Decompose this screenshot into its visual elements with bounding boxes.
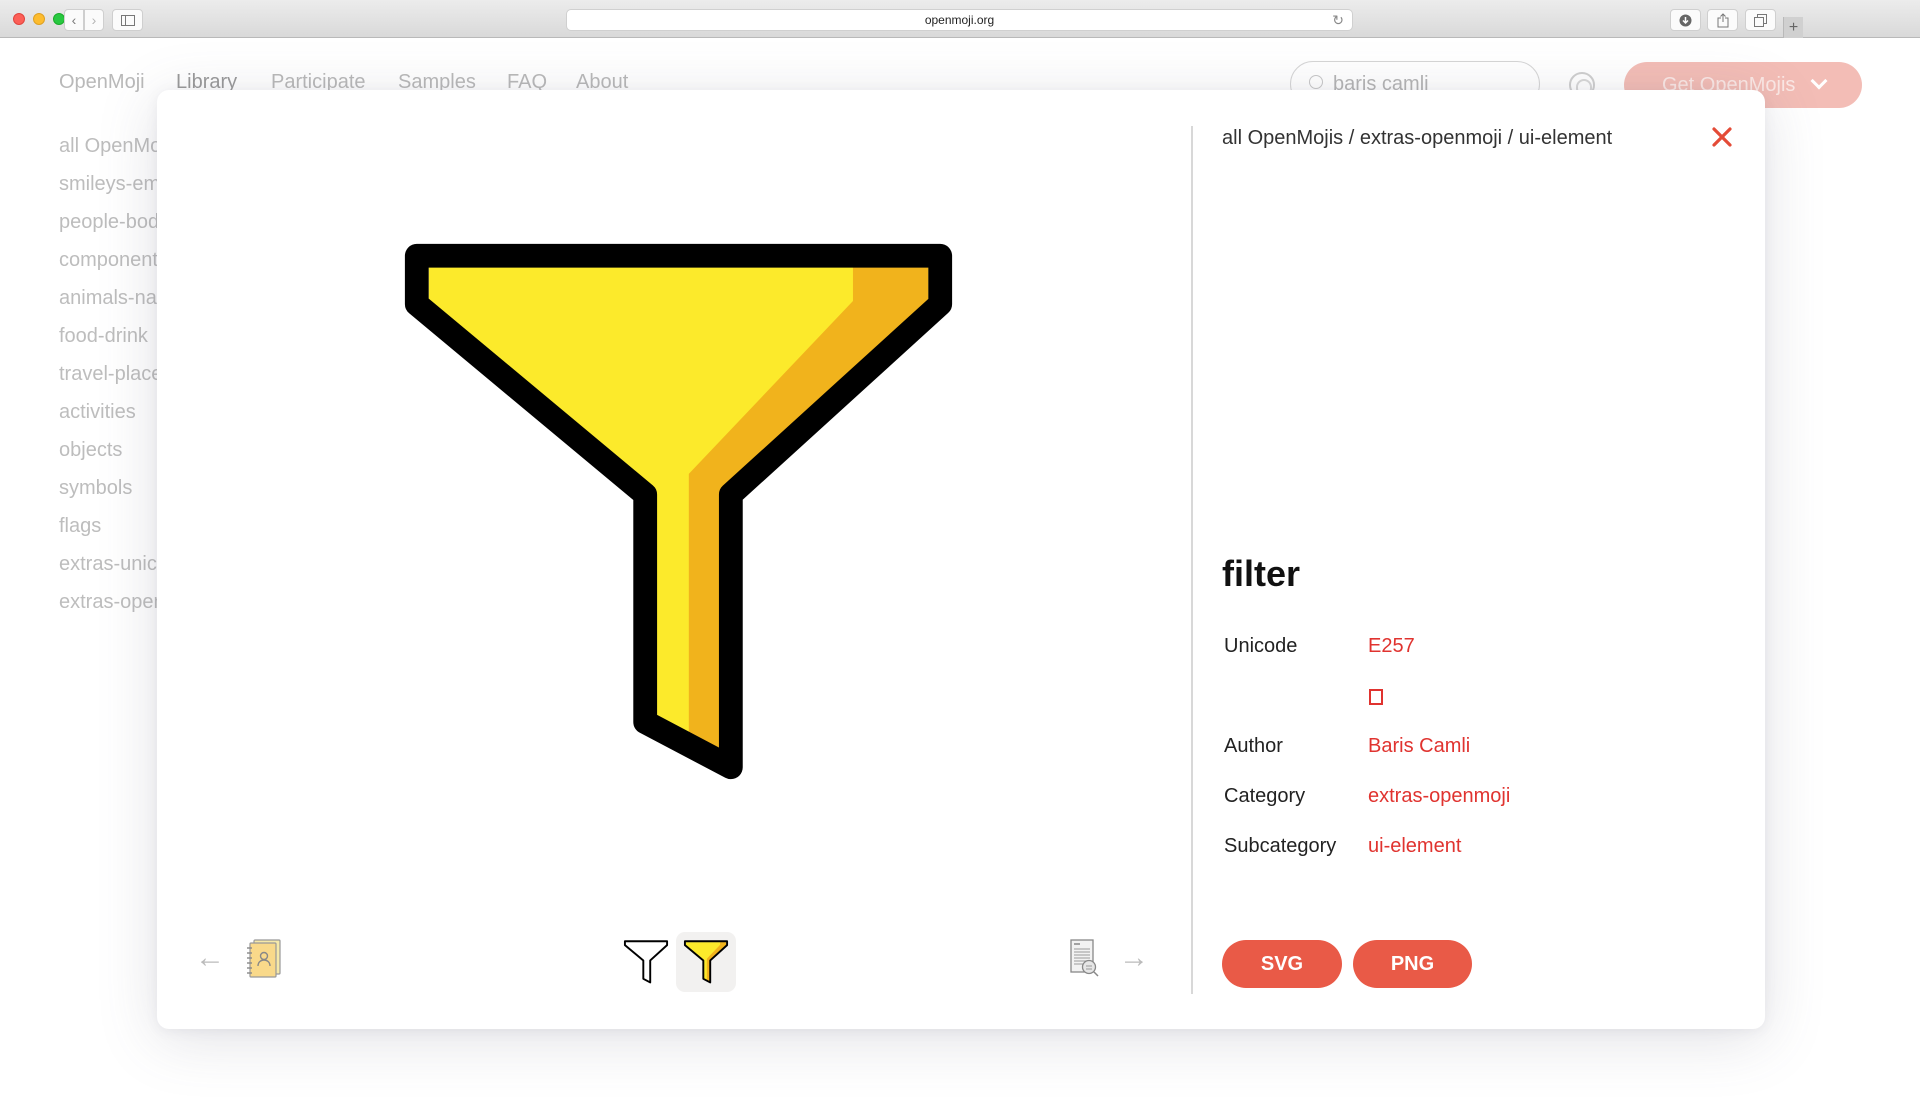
forward-button[interactable]: › bbox=[84, 9, 104, 31]
category-objects[interactable]: objects bbox=[59, 439, 122, 462]
variant-color[interactable] bbox=[676, 932, 736, 992]
filter-outline-icon bbox=[623, 940, 669, 984]
chevron-left-icon: ‹ bbox=[71, 12, 77, 28]
close-window-button[interactable] bbox=[13, 13, 25, 25]
document-search-icon[interactable] bbox=[1069, 938, 1103, 978]
download-png-button[interactable]: PNG bbox=[1353, 940, 1472, 988]
reload-icon[interactable]: ↻ bbox=[1332, 12, 1344, 29]
author-value[interactable]: Baris Camli bbox=[1368, 735, 1470, 758]
share-button[interactable] bbox=[1707, 9, 1738, 31]
previous-emoji-arrow[interactable]: ← bbox=[195, 943, 235, 973]
category-value[interactable]: extras-openmoji bbox=[1368, 785, 1510, 808]
share-icon bbox=[1717, 12, 1728, 27]
sidebar-toggle-button[interactable] bbox=[112, 9, 143, 31]
subcategory-value[interactable]: ui-element bbox=[1368, 835, 1461, 858]
emoji-title: filter bbox=[1222, 553, 1301, 594]
unicode-glyph-box bbox=[1369, 689, 1383, 705]
search-icon bbox=[1309, 75, 1323, 89]
minimize-window-button[interactable] bbox=[33, 13, 45, 25]
emoji-detail-modal: ← → all OpenMojis / extras-openmoji / ui… bbox=[157, 90, 1765, 1029]
site-logo[interactable]: OpenMoji bbox=[59, 71, 145, 94]
unicode-label: Unicode bbox=[1224, 635, 1298, 657]
url-text: openmoji.org bbox=[924, 13, 995, 27]
unicode-value[interactable]: E257 bbox=[1368, 635, 1415, 658]
new-tab-button[interactable]: + bbox=[1783, 17, 1803, 38]
filter-emoji-preview bbox=[404, 243, 953, 780]
back-button[interactable]: ‹ bbox=[64, 9, 84, 31]
category-symbols[interactable]: symbols bbox=[59, 477, 132, 500]
chevron-right-icon: › bbox=[91, 12, 97, 28]
downloads-button[interactable] bbox=[1670, 9, 1701, 31]
category-label: Category bbox=[1224, 785, 1306, 807]
variant-black-outline[interactable] bbox=[616, 932, 676, 992]
category-food-drink[interactable]: food-drink bbox=[59, 325, 148, 348]
breadcrumb[interactable]: all OpenMojis / extras-openmoji / ui-ele… bbox=[1222, 127, 1612, 150]
modal-divider bbox=[1191, 126, 1193, 994]
plus-icon: + bbox=[1788, 18, 1799, 36]
author-label: Author bbox=[1224, 735, 1283, 757]
category-travel-places[interactable]: travel-places bbox=[59, 363, 172, 386]
sidebar-icon bbox=[120, 14, 135, 26]
download-icon bbox=[1679, 14, 1692, 26]
category-flags[interactable]: flags bbox=[59, 515, 101, 538]
subcategory-label: Subcategory bbox=[1224, 835, 1337, 857]
chevron-down-icon bbox=[1810, 72, 1828, 90]
filter-color-icon bbox=[683, 940, 729, 984]
tabs-icon bbox=[1754, 13, 1767, 27]
next-emoji-arrow[interactable]: → bbox=[1119, 943, 1159, 973]
category-component[interactable]: component bbox=[59, 249, 158, 272]
address-book-icon[interactable] bbox=[247, 938, 283, 978]
show-tabs-button[interactable] bbox=[1745, 9, 1776, 31]
category-people-body[interactable]: people-body bbox=[59, 211, 169, 234]
address-bar[interactable]: openmoji.org ↻ bbox=[566, 9, 1353, 31]
browser-toolbar: ‹ › openmoji.org ↻ + bbox=[0, 0, 1920, 38]
close-icon[interactable] bbox=[1709, 124, 1735, 150]
category-activities[interactable]: activities bbox=[59, 401, 136, 424]
download-svg-button[interactable]: SVG bbox=[1222, 940, 1342, 988]
